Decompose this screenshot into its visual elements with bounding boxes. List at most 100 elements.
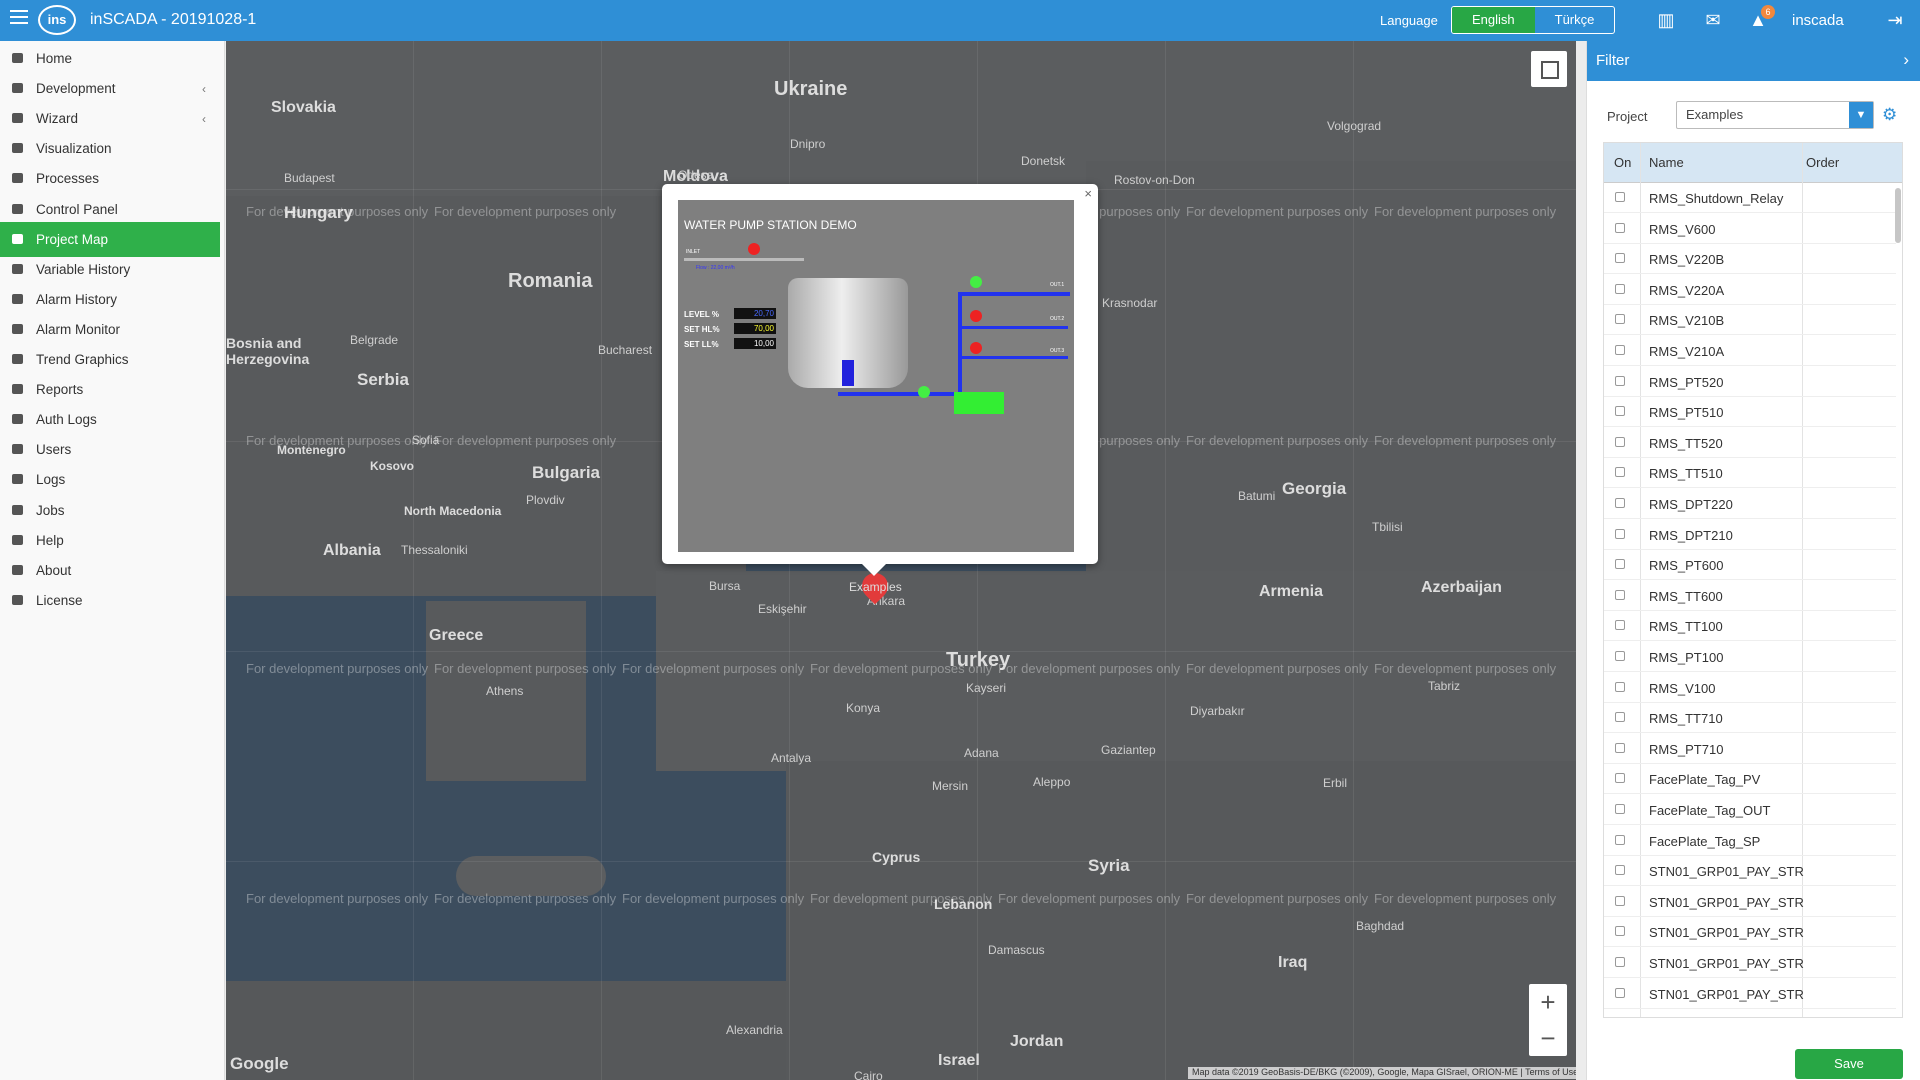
row-checkbox[interactable]	[1615, 834, 1625, 845]
map-attribution[interactable]: Map data ©2019 GeoBasis-DE/BKG (©2009), …	[1188, 1067, 1576, 1079]
table-row[interactable]: RMS_PT520	[1604, 367, 1896, 397]
row-checkbox[interactable]	[1615, 528, 1625, 539]
table-row[interactable]: RMS_DPT210	[1604, 520, 1896, 550]
gear-icon[interactable]: ⚙	[1882, 105, 1897, 125]
table-row[interactable]: STN01_GRP01_PAY_STREA	[1604, 979, 1896, 1009]
project-select[interactable]: Examples ▼	[1676, 101, 1874, 129]
zoom-in-button[interactable]: +	[1529, 984, 1567, 1020]
fullscreen-icon[interactable]	[1531, 51, 1567, 87]
row-checkbox[interactable]	[1615, 620, 1625, 631]
row-checkbox[interactable]	[1615, 283, 1625, 294]
table-row[interactable]: RMS_TT600	[1604, 581, 1896, 611]
row-checkbox[interactable]	[1615, 192, 1625, 202]
project-label: Project	[1607, 109, 1648, 124]
language-english-button[interactable]: English	[1452, 7, 1535, 33]
chat-icon[interactable]: ✉	[1702, 9, 1724, 31]
inlet-label: INLET	[686, 249, 701, 255]
table-row[interactable]: RMS_TT510	[1604, 458, 1896, 489]
sidebar-item-license[interactable]: License	[0, 583, 220, 618]
table-row[interactable]: STN01_GRP01_PAY_STREA	[1604, 917, 1896, 948]
row-checkbox[interactable]	[1615, 712, 1625, 723]
home-icon	[10, 52, 27, 65]
row-name: RMS_V100	[1649, 680, 1716, 696]
table-row[interactable]: RMS_Shutdown_Relay	[1604, 183, 1896, 213]
row-name: STN01_GRP01_PAY_STREA	[1649, 864, 1804, 880]
chevron-down-icon[interactable]: ▼	[1849, 102, 1873, 128]
save-button[interactable]: Save	[1795, 1049, 1903, 1079]
row-checkbox[interactable]	[1615, 345, 1625, 355]
table-row[interactable]: RMS_PT600	[1604, 550, 1896, 581]
table-row[interactable]: RMS_V220B	[1604, 244, 1896, 275]
table-row[interactable]: RMS_V600	[1604, 214, 1896, 244]
region-label: Syria	[1088, 856, 1130, 875]
zoom-out-button[interactable]: −	[1529, 1020, 1567, 1056]
menu-toggle-icon[interactable]	[10, 10, 28, 24]
row-checkbox[interactable]	[1615, 895, 1625, 906]
column-on[interactable]: On	[1614, 155, 1631, 170]
table-row[interactable]: FacePlate_Tag_SP	[1604, 826, 1896, 856]
table-row[interactable]: RMS_TT520	[1604, 428, 1896, 458]
set-ll-value[interactable]: 10,00	[734, 338, 776, 349]
table-row[interactable]: STN01_GRP01_PAY_STREA	[1604, 948, 1896, 978]
pump-valve[interactable]	[918, 386, 930, 398]
table-row[interactable]: RMS_PT510	[1604, 397, 1896, 428]
row-checkbox[interactable]	[1615, 559, 1625, 570]
row-checkbox[interactable]	[1615, 253, 1625, 264]
scrollbar[interactable]	[1895, 188, 1901, 243]
set-hl-value[interactable]: 70,00	[734, 323, 776, 334]
table-row[interactable]: FacePlate_Tag_OUT	[1604, 795, 1896, 825]
outlet-valve-3[interactable]	[970, 342, 982, 354]
collapse-chevron-icon[interactable]: ›	[1903, 50, 1909, 70]
city-label: Donetsk	[1021, 154, 1066, 168]
city-label: Baghdad	[1356, 919, 1405, 933]
row-checkbox[interactable]	[1615, 406, 1625, 417]
row-checkbox[interactable]	[1615, 681, 1625, 692]
column-order[interactable]: Order	[1806, 155, 1839, 170]
table-row[interactable]: RMS_V210A	[1604, 336, 1896, 366]
row-checkbox[interactable]	[1615, 222, 1625, 233]
table-row[interactable]: RMS_DPT220	[1604, 489, 1896, 519]
variable-table: On Name Order RMS_Shutdown_Relay RMS_V600…	[1603, 142, 1903, 1018]
table-row[interactable]: RMS_V100	[1604, 673, 1896, 703]
table-row[interactable]: STN01_GRP01_PAY_STREA	[1604, 887, 1896, 917]
inlet-valve[interactable]	[748, 243, 760, 255]
row-checkbox[interactable]	[1615, 314, 1625, 325]
row-checkbox[interactable]	[1615, 865, 1625, 876]
row-checkbox[interactable]	[1615, 498, 1625, 508]
language-turkish-button[interactable]: Türkçe	[1535, 7, 1615, 33]
column-name[interactable]: Name	[1649, 155, 1684, 170]
logout-icon[interactable]: ⇥	[1884, 9, 1906, 31]
table-row[interactable]: FacePlate_Tag_PV	[1604, 764, 1896, 795]
table-row[interactable]: RMS_PT710	[1604, 734, 1896, 764]
table-row[interactable]: RMS_TT100	[1604, 611, 1896, 642]
table-row[interactable]: RMS_V220A	[1604, 275, 1896, 305]
scada-screen[interactable]: WATER PUMP STATION DEMO INLET Flow : 22,…	[678, 200, 1074, 552]
user-name[interactable]: inscada	[1792, 12, 1844, 29]
row-checkbox[interactable]	[1615, 804, 1625, 814]
dev-watermark: For development purposes only	[246, 204, 429, 219]
table-row[interactable]: RMS_TT710	[1604, 703, 1896, 734]
screen-title: WATER PUMP STATION DEMO	[684, 218, 857, 232]
row-checkbox[interactable]	[1615, 957, 1625, 967]
chart-icon[interactable]: ▥	[1655, 9, 1677, 31]
water-pump[interactable]	[954, 392, 1004, 414]
outlet-valve-2[interactable]	[970, 310, 982, 322]
close-icon[interactable]: ×	[1084, 186, 1092, 201]
outlet-valve-1[interactable]	[970, 276, 982, 288]
project-map[interactable]: Ukraine Romania Serbia Bulgaria Greece T…	[226, 41, 1576, 1080]
row-checkbox[interactable]	[1615, 651, 1625, 661]
row-checkbox[interactable]	[1615, 467, 1625, 478]
row-checkbox[interactable]	[1615, 436, 1625, 447]
city-label: Thessaloniki	[401, 543, 468, 557]
table-row[interactable]: RMS_V210B	[1604, 305, 1896, 336]
table-row[interactable]: STN01_GRP01_PAY_STREA	[1604, 856, 1896, 887]
table-row[interactable]: RMS_PT100	[1604, 642, 1896, 672]
row-checkbox[interactable]	[1615, 375, 1625, 386]
dev-watermark: For development purposes only	[1374, 661, 1557, 676]
row-checkbox[interactable]	[1615, 742, 1625, 753]
row-checkbox[interactable]	[1615, 987, 1625, 998]
row-checkbox[interactable]	[1615, 589, 1625, 600]
row-checkbox[interactable]	[1615, 773, 1625, 784]
row-name: RMS_PT710	[1649, 741, 1724, 757]
row-checkbox[interactable]	[1615, 926, 1625, 937]
